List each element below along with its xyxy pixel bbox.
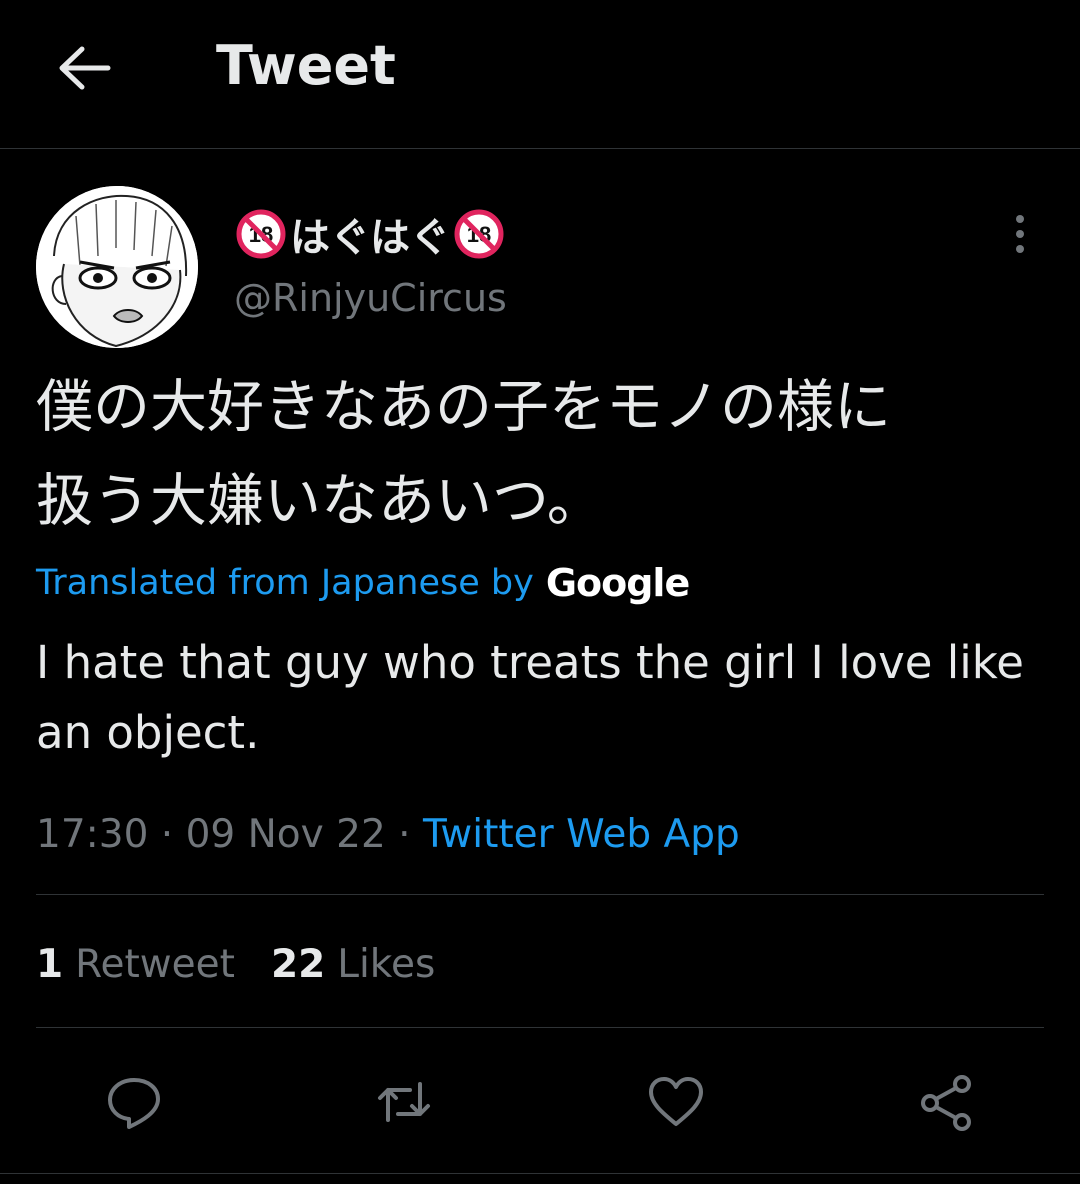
likes-label: Likes (337, 941, 436, 987)
share-button[interactable] (916, 1072, 976, 1132)
retweets-stat[interactable]: 1 Retweet (36, 942, 235, 987)
avatar-drawing (36, 186, 198, 348)
tweet-stats: 1 Retweet 22 Likes (36, 936, 471, 992)
reply-button[interactable] (104, 1072, 164, 1132)
source-app-link[interactable]: Twitter Web App (423, 812, 740, 857)
author-display-name[interactable]: 18 はぐはぐ 18 (236, 206, 504, 262)
no-under-18-icon: 18 (454, 209, 504, 259)
arrow-left-icon (59, 46, 111, 90)
like-button[interactable] (646, 1072, 706, 1132)
meta-separator: · (385, 811, 423, 857)
translation-label: Translated from Japanese by (36, 563, 534, 603)
author-name-text: はぐはぐ (290, 215, 450, 261)
author-handle[interactable]: @RinjyuCircus (234, 276, 507, 320)
no-under-18-icon: 18 (236, 209, 286, 259)
likes-count: 22 (270, 941, 326, 987)
top-bar: Tweet (0, 0, 1080, 149)
tweet-time[interactable]: 17:30 (36, 812, 148, 857)
translation-attribution[interactable]: Translated from Japanese by Google (36, 556, 690, 610)
avatar[interactable] (36, 186, 198, 348)
like-icon (649, 1077, 703, 1126)
google-logo: Google (545, 561, 690, 605)
share-icon (921, 1075, 971, 1131)
retweet-icon (378, 1082, 430, 1122)
back-button[interactable] (50, 36, 118, 100)
divider (36, 1027, 1044, 1028)
retweets-label: Retweet (75, 941, 235, 987)
more-vertical-icon (1016, 215, 1024, 253)
likes-stat[interactable]: 22 Likes (271, 942, 435, 987)
tweet-original-text: 僕の大好きなあの子をモノの様に 扱う大嫌いなあいつ。 (36, 374, 891, 534)
tweet-meta: 17:30 · 09 Nov 22 · Twitter Web App (36, 806, 740, 862)
divider (36, 894, 1044, 895)
tweet-date[interactable]: 09 Nov 22 (186, 812, 386, 857)
reply-icon (108, 1078, 160, 1129)
retweet-button[interactable] (374, 1072, 434, 1132)
tweet-translated-text: I hate that guy who treats the girl I lo… (36, 636, 1024, 759)
retweets-count: 1 (36, 941, 64, 987)
more-options-button[interactable] (996, 210, 1044, 258)
bottom-divider (0, 1173, 1080, 1174)
meta-separator: · (148, 811, 186, 857)
page-title: Tweet (216, 34, 396, 97)
